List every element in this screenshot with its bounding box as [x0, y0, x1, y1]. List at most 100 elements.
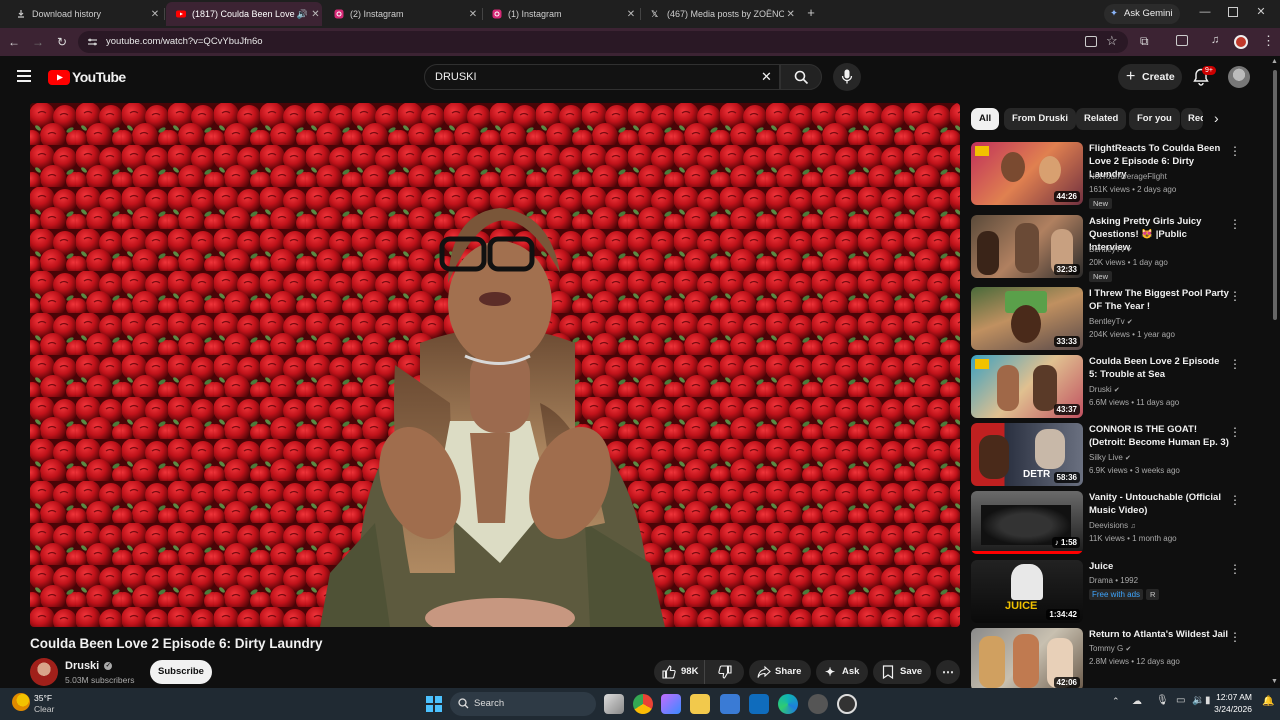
network-icon[interactable]: ▭	[1176, 695, 1185, 706]
bookmark-star-icon[interactable]: ☆	[1106, 33, 1118, 49]
more-options-icon[interactable]: ⋮	[1229, 144, 1241, 158]
dislike-button[interactable]	[704, 660, 744, 684]
chip-related[interactable]: Related	[1076, 108, 1127, 130]
share-button[interactable]: Share	[749, 660, 811, 684]
back-arrow-icon[interactable]: ←	[6, 34, 22, 50]
more-options-icon[interactable]: ⋮	[1229, 493, 1241, 507]
tab-download-history[interactable]: Download history ✕	[6, 2, 162, 26]
speaker-icon[interactable]: 🔊	[296, 9, 309, 20]
search-button[interactable]	[780, 64, 822, 90]
close-tab-icon[interactable]: ✕	[466, 9, 480, 20]
create-button[interactable]: + Create	[1118, 64, 1182, 90]
video-title-link[interactable]: Vanity - Untouchable (Official Music Vid…	[1089, 491, 1229, 517]
weather-temp[interactable]: 35°F	[34, 693, 52, 703]
profile-avatar[interactable]	[1234, 35, 1248, 49]
url-field[interactable]: youtube.com/watch?v=QCvYbuJfn6o	[78, 31, 1128, 53]
scrollbar-thumb[interactable]	[1273, 70, 1277, 320]
video-title-link[interactable]: Coulda Been Love 2 Episode 5: Trouble at…	[1089, 355, 1229, 381]
taskbar-search-box[interactable]: Search	[450, 692, 596, 716]
show-hidden-icons-chevron-icon[interactable]: ⌃	[1112, 696, 1120, 707]
media-player-icon[interactable]	[837, 694, 857, 714]
chip-recent[interactable]: Rec	[1181, 108, 1203, 130]
channel-name[interactable]: Druski ✔	[1089, 385, 1120, 394]
channel-name[interactable]: BentleyTv ✔	[1089, 317, 1133, 326]
tab-x-media[interactable]: 𝕏 (467) Media posts by ZOËNOEL ✕	[641, 2, 797, 26]
close-tab-icon[interactable]: ✕	[784, 9, 797, 20]
tab-instagram-1[interactable]: (1) Instagram ✕	[482, 2, 638, 26]
video-thumbnail[interactable]: 42:06	[971, 628, 1083, 691]
ask-gemini-button[interactable]: ✦ Ask Gemini	[1104, 4, 1180, 24]
app-icon[interactable]	[808, 694, 828, 714]
video-title-link[interactable]: Return to Atlanta's Wildest Jail	[1089, 628, 1229, 641]
recommendation-item[interactable]: 32:33 Asking Pretty Girls Juicy Question…	[971, 215, 1261, 282]
maximize-icon[interactable]	[1228, 7, 1238, 17]
notification-center-icon[interactable]: 🔔	[1262, 696, 1274, 707]
video-player[interactable]	[30, 103, 960, 627]
chip-from-druski[interactable]: From Druski	[1004, 108, 1076, 130]
more-options-icon[interactable]: ⋮	[1229, 425, 1241, 439]
video-thumbnail[interactable]: 32:33	[971, 215, 1083, 278]
like-button[interactable]: 98K	[654, 660, 704, 684]
forward-arrow-icon[interactable]: →	[30, 34, 46, 50]
scroll-down-arrow-icon[interactable]: ▼	[1271, 678, 1278, 685]
ask-button[interactable]: ✦ Ask	[816, 660, 868, 684]
tab-youtube-active[interactable]: (1817) Coulda Been Love 2 🔊 ✕	[166, 2, 322, 26]
chevron-right-icon[interactable]: ›	[1214, 110, 1219, 126]
more-options-icon[interactable]: ⋮	[1229, 217, 1241, 231]
minimize-icon[interactable]: —	[1198, 6, 1212, 20]
clock-time[interactable]: 12:07 AM	[1216, 692, 1252, 702]
channel-name[interactable]: BentleyTv ✔	[1089, 245, 1133, 254]
account-avatar[interactable]	[1228, 66, 1250, 88]
chrome-icon[interactable]	[633, 694, 653, 714]
video-title-link[interactable]: I Threw The Biggest Pool Party OF The Ye…	[1089, 287, 1229, 313]
install-app-icon[interactable]	[1085, 36, 1097, 47]
close-tab-icon[interactable]: ✕	[309, 9, 322, 20]
chip-for-you[interactable]: For you	[1129, 108, 1180, 130]
clock-date[interactable]: 3/24/2026	[1210, 704, 1252, 714]
windows-start-icon[interactable]	[426, 696, 442, 712]
subscribe-button[interactable]: Subscribe	[150, 660, 212, 684]
recommendation-item[interactable]: 33:33 I Threw The Biggest Pool Party OF …	[971, 287, 1261, 351]
file-explorer-icon[interactable]	[690, 694, 710, 714]
media-controls-icon[interactable]: ♫	[1211, 34, 1219, 46]
video-thumbnail[interactable]: JUICE 1:34:42	[971, 560, 1083, 623]
channel-avatar[interactable]	[30, 658, 58, 686]
volume-icon[interactable]: 🔉	[1192, 695, 1204, 706]
weather-moon-icon[interactable]	[12, 693, 30, 711]
recommendation-item[interactable]: DETR 58:36 CONNOR IS THE GOAT! (Detroit:…	[971, 423, 1261, 487]
channel-name[interactable]: Druski ✓	[65, 660, 113, 672]
clear-search-icon[interactable]: ✕	[761, 65, 772, 89]
channel-name[interactable]: Tommy G ✔	[1089, 644, 1131, 653]
chip-all[interactable]: All	[971, 108, 1000, 130]
close-tab-icon[interactable]: ✕	[624, 9, 638, 20]
onedrive-cloud-icon[interactable]: ☁	[1132, 696, 1142, 707]
task-view-icon[interactable]	[604, 694, 624, 714]
microsoft-store-icon[interactable]	[720, 694, 740, 714]
reload-icon[interactable]: ↻	[54, 34, 70, 50]
more-options-icon[interactable]: ⋮	[1229, 630, 1241, 644]
extensions-icon[interactable]: ⧉	[1140, 34, 1149, 49]
channel-name[interactable]: Silky Live ✔	[1089, 453, 1131, 462]
save-button[interactable]: Save	[873, 660, 931, 684]
voice-search-button[interactable]	[833, 63, 861, 91]
browser-menu-icon[interactable]: ⋮	[1262, 33, 1275, 49]
recommendation-item[interactable]: 44:26 FlightReacts To Coulda Been Love 2…	[971, 142, 1261, 209]
close-window-icon[interactable]: ✕	[1254, 5, 1268, 19]
more-options-icon[interactable]: ⋮	[1229, 357, 1241, 371]
scroll-up-arrow-icon[interactable]: ▲	[1271, 58, 1278, 65]
microphone-tray-icon[interactable]: 🎙	[1156, 695, 1169, 706]
search-input[interactable]: DRUSKI ✕	[424, 64, 780, 90]
video-thumbnail[interactable]: 33:33	[971, 287, 1083, 350]
hamburger-menu-icon[interactable]	[17, 70, 31, 82]
recommendation-item[interactable]: ♪ 1:58 Vanity - Untouchable (Official Mu…	[971, 491, 1261, 555]
split-view-icon[interactable]	[1176, 35, 1188, 46]
channel-name[interactable]: NotYourAverageFlight	[1089, 172, 1167, 181]
more-actions-icon[interactable]: ⋯	[936, 660, 960, 684]
video-thumbnail[interactable]: 44:26	[971, 142, 1083, 205]
video-title-link[interactable]: Juice	[1089, 560, 1229, 573]
youtube-logo[interactable]: YouTube	[48, 69, 126, 85]
recommendation-item[interactable]: JUICE 1:34:42 Juice Drama • 1992 Free wi…	[971, 560, 1261, 624]
tab-instagram-2[interactable]: (2) Instagram ✕	[324, 2, 480, 26]
video-title-link[interactable]: CONNOR IS THE GOAT! (Detroit: Become Hum…	[1089, 423, 1229, 449]
new-tab-icon[interactable]: +	[804, 6, 818, 20]
